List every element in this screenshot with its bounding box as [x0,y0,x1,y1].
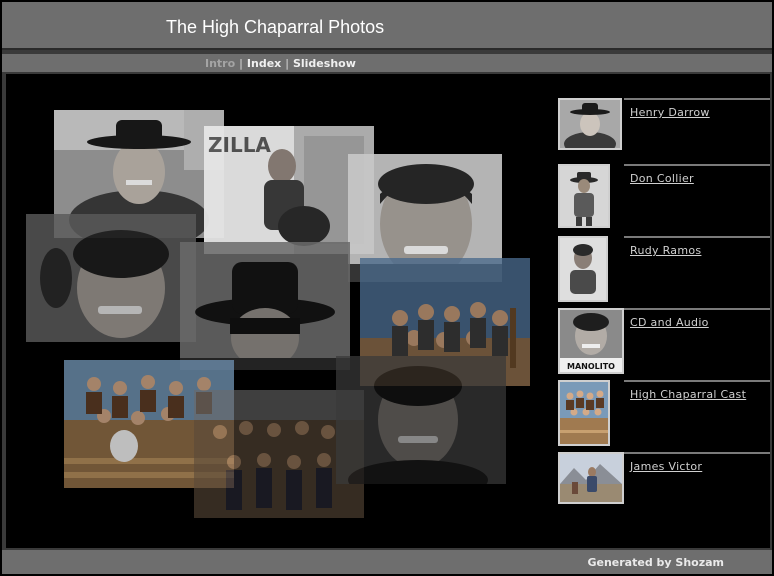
collage-photo-masked-man[interactable] [180,242,350,370]
nav-index-link[interactable]: Index [247,57,281,70]
row-divider [624,380,770,382]
thumb-caption-manolito: MANOLITO [567,362,615,371]
row-divider [624,98,770,100]
footer-credit: Generated by Shozam [587,556,724,569]
link-james-victor[interactable]: James Victor [630,460,702,473]
nav-separator: | [239,57,244,70]
index-item-henry-darrow: Henry Darrow [554,98,770,158]
row-divider [624,308,770,310]
row-divider [624,236,770,238]
header-bar: The High Chaparral Photos [2,2,772,50]
nav-links: Intro | Index | Slideshow [205,57,356,70]
collage-photo-dark-portrait[interactable] [336,356,506,484]
nav-bar: Intro | Index | Slideshow [2,54,772,72]
index-item-james-victor: James Victor [554,452,770,512]
nav-intro: Intro [205,57,236,70]
thumbnail-rudy-ramos[interactable] [558,236,608,302]
link-cd-and-audio[interactable]: CD and Audio [630,316,709,329]
page-title: The High Chaparral Photos [166,17,385,37]
nav-separator: | [285,57,290,70]
index-item-high-chaparral-cast: High Chaparral Cast [554,380,770,448]
nav-slideshow-link[interactable]: Slideshow [293,57,356,70]
thumbnail-high-chaparral-cast[interactable] [558,380,610,446]
link-high-chaparral-cast[interactable]: High Chaparral Cast [630,388,746,401]
thumbnail-henry-darrow[interactable] [558,98,622,150]
link-rudy-ramos[interactable]: Rudy Ramos [630,244,701,257]
content-area: ZILLA Henry Darrow Don Collier Rudy Ramo… [6,74,770,548]
collage-photo-laughing-man[interactable] [26,214,196,342]
link-henry-darrow[interactable]: Henry Darrow [630,106,710,119]
thumbnail-cd-and-audio[interactable]: MANOLITO [558,308,624,374]
thumbnail-don-collier[interactable] [558,164,610,228]
index-item-rudy-ramos: Rudy Ramos [554,236,770,304]
row-divider [624,164,770,166]
link-don-collier[interactable]: Don Collier [630,172,694,185]
page: The High Chaparral Photos Intro | Index … [0,0,774,576]
index-item-don-collier: Don Collier [554,164,770,232]
svg-text:ZILLA: ZILLA [208,133,271,157]
thumbnail-james-victor[interactable] [558,452,624,504]
photo-collage: ZILLA [6,74,546,548]
row-divider [624,452,770,454]
index-item-cd-and-audio: MANOLITO CD and Audio [554,308,770,376]
footer-bar: Generated by Shozam [2,550,772,574]
